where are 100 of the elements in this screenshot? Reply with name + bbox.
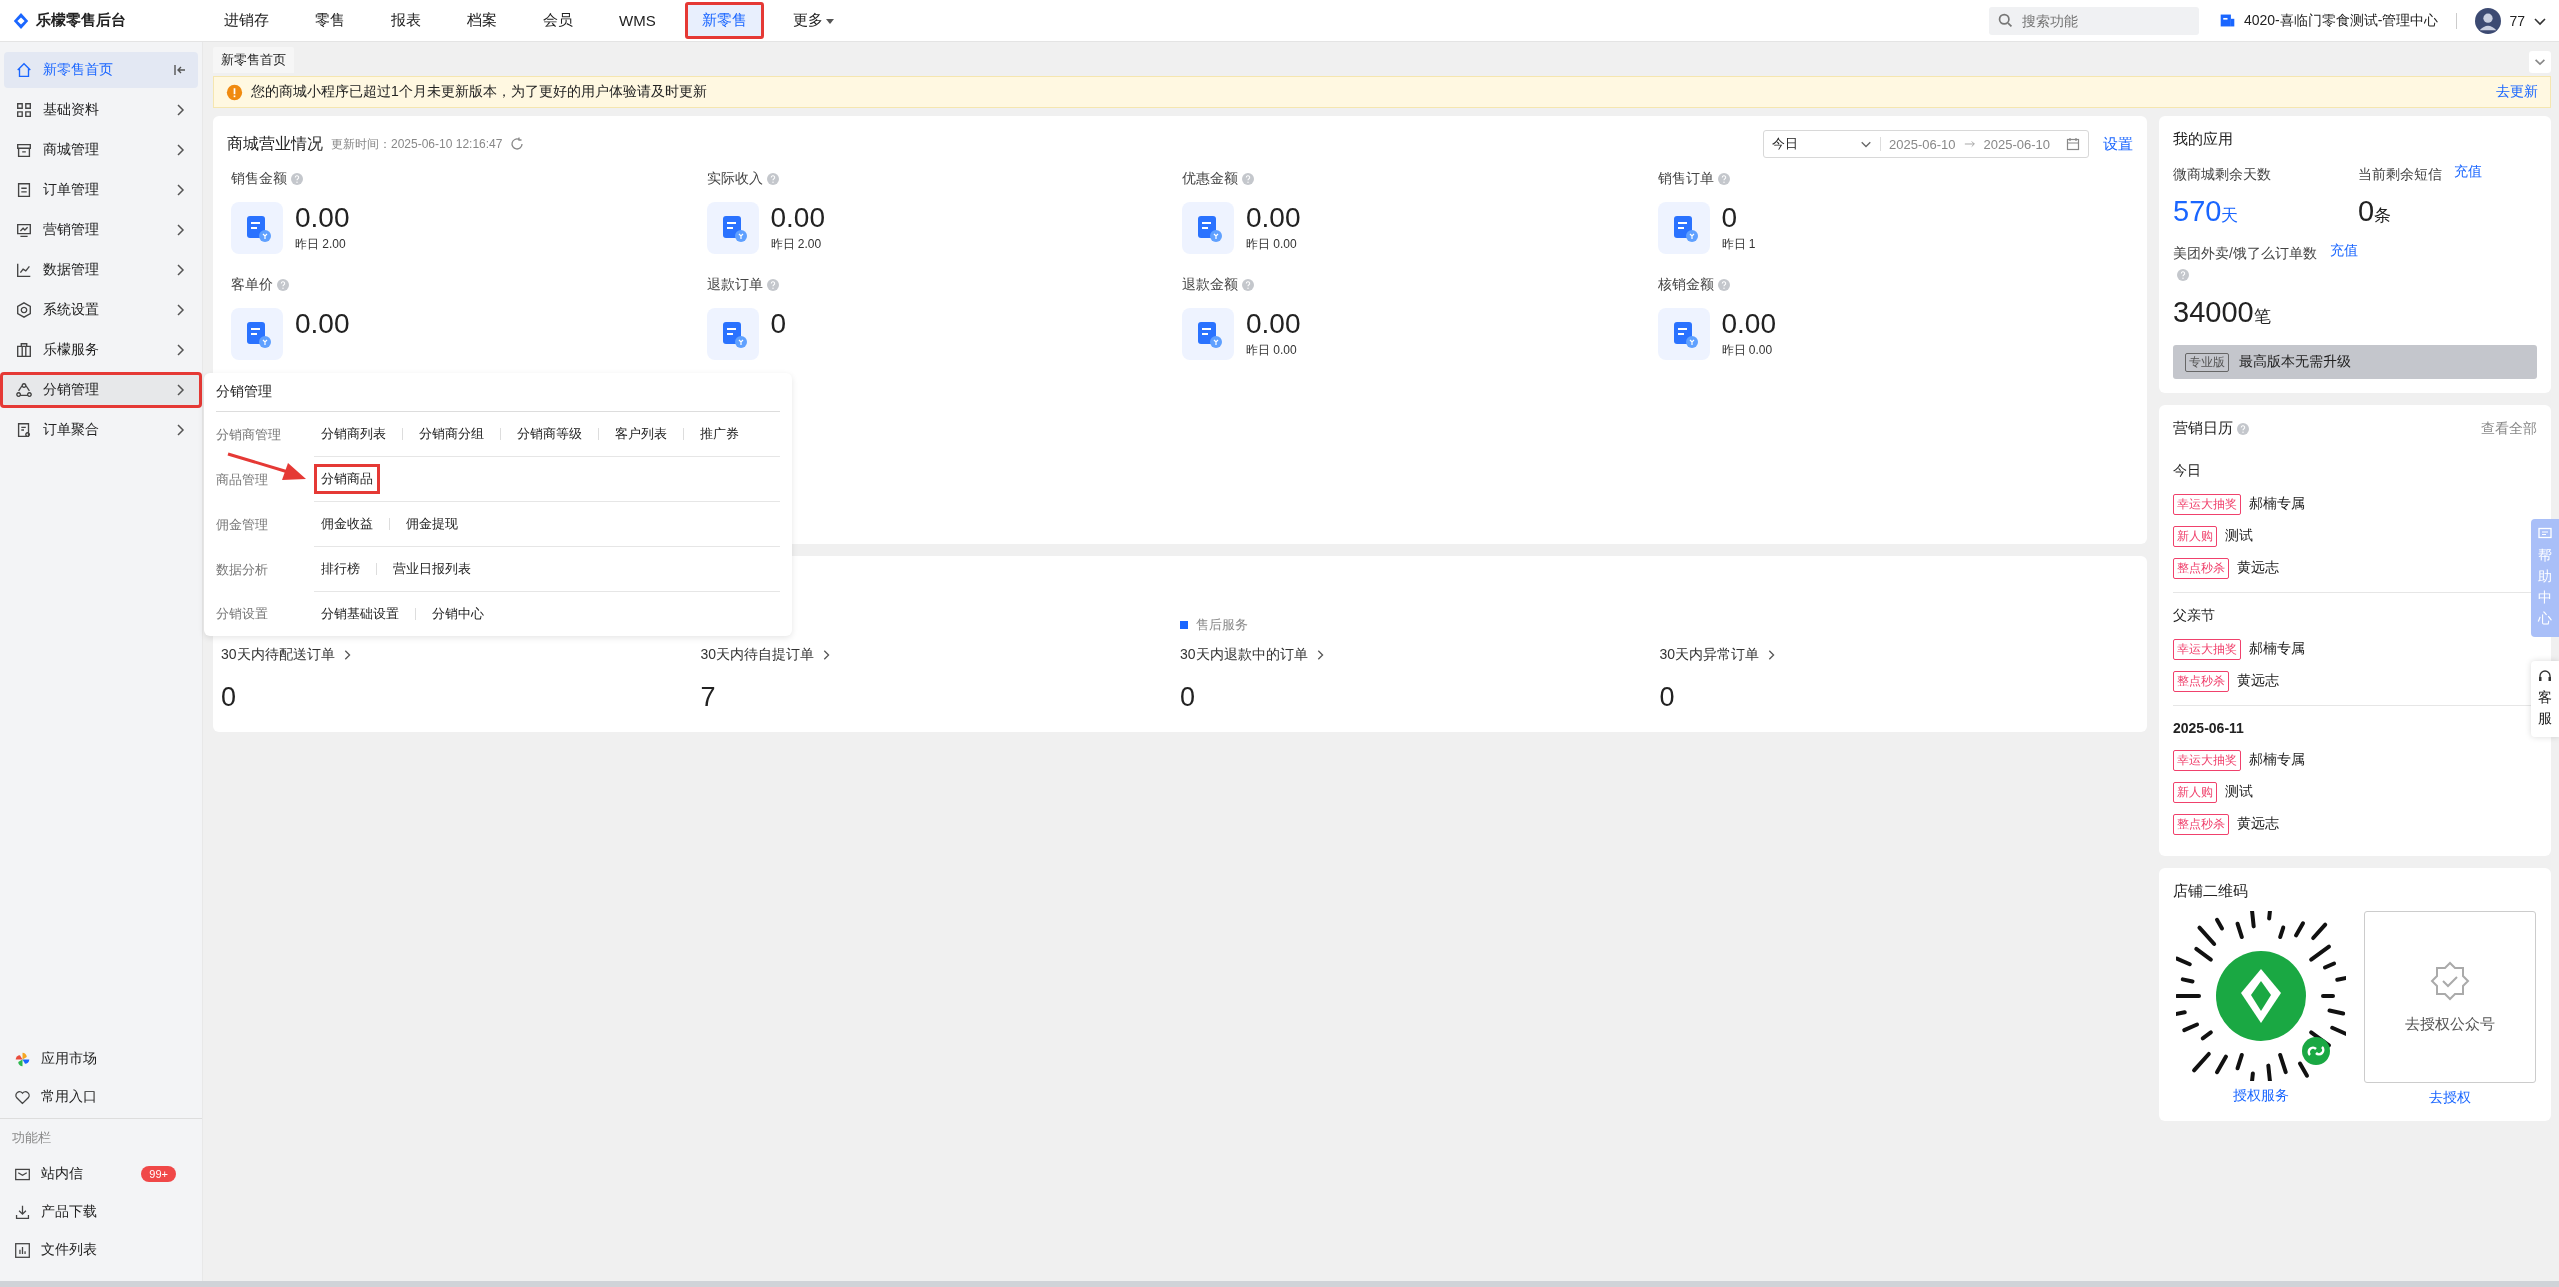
search-input[interactable]: 搜索功能 [2019,11,2184,30]
settings-link[interactable]: 设置 [2103,134,2133,154]
order-link[interactable]: 30天内待配送订单 [221,646,701,664]
stat-value: 0.00 [1721,308,1776,340]
help-icon[interactable] [2177,269,2189,281]
group-label: 商品管理 [216,470,268,489]
stat-yesterday: 昨日 2.00 [770,236,823,253]
briefcase-icon [15,341,33,359]
collapse-icon[interactable] [173,63,187,77]
submenu-link[interactable]: 佣金收益 [314,509,380,539]
sidebar-item[interactable]: 乐檬服务 [0,332,202,368]
nav-tab[interactable]: 更多 [775,2,852,39]
submenu-link[interactable]: 分销商等级 [510,419,589,449]
submenu-link[interactable]: 营业日报列表 [386,554,478,584]
help-icon[interactable] [766,279,779,291]
notice-text: 您的商城小程序已超过1个月未更新版本，为了更好的用户体验请及时更新 [251,83,708,101]
sidebar-item[interactable]: 数据管理 [0,252,202,288]
sidebar-item[interactable]: 商城管理 [0,132,202,168]
recharge-link[interactable]: 充值 [2454,163,2482,181]
store-icon [15,141,33,159]
sidebar-item[interactable]: 营销管理 [0,212,202,248]
group-label: 分销设置 [216,605,268,623]
avatar[interactable] [2475,7,2502,34]
stat-label: 优惠金额 [1182,170,1238,188]
nav-tab[interactable]: 报表 [374,2,438,39]
recharge-link[interactable]: 充值 [2330,242,2358,260]
store-icon [2218,12,2236,29]
help-icon[interactable] [1242,173,1254,185]
auth-box[interactable]: 去授权公众号 [2363,911,2536,1083]
badge-check-icon [2429,960,2470,1001]
submenu-link[interactable]: 分销中心 [425,599,491,629]
sidebar-item[interactable]: 新零售首页 [4,52,198,88]
help-icon[interactable] [277,279,289,291]
card-title: 我的应用 [2173,130,2234,149]
help-icon[interactable] [1242,279,1254,291]
page-tab[interactable]: 新零售首页 [213,47,294,73]
calendar-day: 今日 [2173,456,2537,488]
shortcut-item[interactable]: 常用入口 [0,1078,202,1116]
help-icon[interactable] [1717,279,1730,291]
sidebar-item[interactable]: 系统设置 [0,292,202,328]
store-name[interactable]: 4020-喜临门零食测试-管理中心 [2243,11,2439,30]
nav-tab[interactable]: WMS [602,3,673,38]
order-count: 0 [1659,682,1676,713]
shortcut-item[interactable]: 应用市场 [0,1040,202,1078]
float-tab[interactable]: 客服 [2531,661,2559,737]
event-tag: 整点秒杀 [2173,557,2229,579]
user-name[interactable]: 77 [2509,12,2525,29]
message-icon [2538,527,2552,541]
sidebar-item[interactable]: 订单聚合 [0,412,202,448]
order-count: 0 [1180,682,1197,713]
submenu-link[interactable]: 分销商列表 [314,419,393,449]
card-title: 营销日历 [2173,419,2233,438]
event-tag: 幸运大抽奖 [2173,638,2241,660]
order-link[interactable]: 30天内退款中的订单 [1180,646,1660,664]
submenu-link[interactable]: 分销商分组 [412,419,491,449]
help-icon[interactable] [291,173,303,185]
order-link[interactable]: 30天内异常订单 [1659,646,2139,664]
tool-item[interactable]: 产品下载 [0,1193,202,1231]
submenu-link[interactable]: 分销商品 [314,464,380,494]
sidebar-item[interactable]: 分销管理 [0,372,202,408]
date-range-field[interactable]: 今日 2025-06-10 2025-06-10 [1763,130,2089,158]
search-field[interactable]: 搜索功能 [1988,6,2199,35]
tool-item[interactable]: 站内信 99+ [0,1155,202,1193]
event-text: 郝楠专属 [2249,751,2305,769]
help-icon[interactable] [1717,173,1730,185]
view-all-link[interactable]: 查看全部 [2481,419,2537,438]
authorize-link[interactable]: 去授权 [2428,1089,2471,1107]
chart-icon [14,1241,31,1259]
event-text: 黄远志 [2237,815,2279,833]
event-tag: 幸运大抽奖 [2173,749,2241,771]
update-time: 更新时间：2025-06-10 12:16:47 [331,135,503,153]
update-link[interactable]: 去更新 [2496,83,2538,101]
sidebar-item[interactable]: 订单管理 [0,172,202,208]
submenu-link[interactable]: 客户列表 [608,419,674,449]
refresh-icon[interactable] [510,137,525,151]
submenu-link[interactable]: 推广券 [693,419,746,449]
help-icon[interactable] [766,173,779,185]
nav-tab[interactable]: 零售 [298,2,362,39]
metric-value: 34000笔 [2173,296,2272,329]
order-link[interactable]: 30天内待自提订单 [700,646,1180,664]
search-icon [1996,12,2014,29]
metric-value: 570天 [2173,195,2240,228]
event-tag: 新人购 [2173,525,2217,547]
stat-label: 客单价 [231,276,273,294]
submenu-link[interactable]: 佣金提现 [399,509,465,539]
stat-value: 0 [770,308,787,340]
nav-tab[interactable]: 会员 [526,2,590,39]
help-icon[interactable] [2237,422,2249,435]
nav-tab[interactable]: 档案 [450,2,514,39]
stat-label: 退款金额 [1182,276,1238,294]
nav-tab[interactable]: 新零售 [684,2,764,39]
nav-tab[interactable]: 进销存 [207,2,286,39]
grid-icon [15,101,33,119]
submenu-link[interactable]: 分销基础设置 [314,599,406,629]
stat-yesterday: 昨日 0.00 [1246,236,1298,253]
sidebar-item[interactable]: 基础资料 [0,92,202,128]
metric-label: 美团外卖/饿了么订单数 [2173,242,2318,286]
tool-item[interactable]: 文件列表 [0,1231,202,1269]
submenu-link[interactable]: 排行榜 [314,554,367,584]
auth-service-link[interactable]: 授权服务 [2232,1087,2289,1105]
